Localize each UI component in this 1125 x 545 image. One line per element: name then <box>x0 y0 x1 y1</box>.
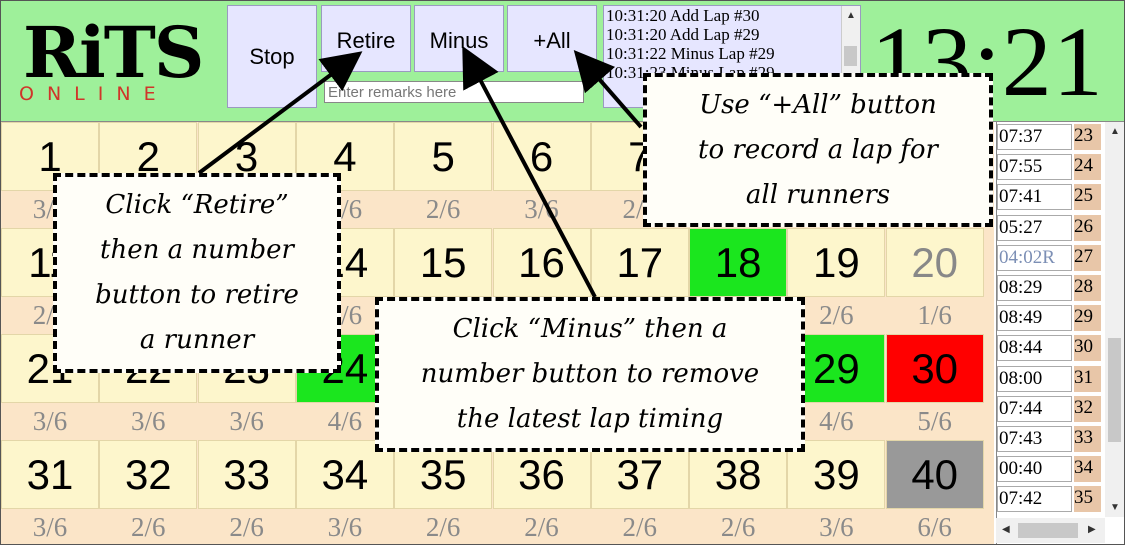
lap-time: 00:40 <box>997 456 1072 483</box>
stop-button[interactable]: Stop <box>227 5 317 108</box>
lap-time-row: 08:29 28 <box>997 275 1101 302</box>
scroll-thumb[interactable] <box>1018 523 1078 538</box>
runner-index: 30 <box>1074 335 1101 362</box>
lap-count: 3/6 <box>99 404 198 439</box>
runner-index: 35 <box>1074 486 1101 513</box>
plus-all-instruction-note: Use “+All” button to record a lap for al… <box>643 73 993 227</box>
runner-index: 29 <box>1074 305 1101 332</box>
note-text: Click “Retire” then a number button to r… <box>95 190 299 355</box>
retire-instruction-note: Click “Retire” then a number button to r… <box>53 173 341 373</box>
lap-time: 05:27 <box>997 214 1072 241</box>
plus-all-button[interactable]: +All <box>507 5 597 72</box>
runner-number-button[interactable]: 18 <box>689 228 788 297</box>
log-entry: 10:31:20 Add Lap #30 <box>606 6 760 25</box>
runner-index: 25 <box>1074 184 1101 211</box>
lap-time-row: 08:44 30 <box>997 335 1101 362</box>
runner-index: 26 <box>1074 214 1101 241</box>
retire-button[interactable]: Retire <box>321 5 411 72</box>
lap-time: 07:43 <box>997 426 1072 452</box>
lap-time-row: 07:43 33 <box>997 426 1101 453</box>
remarks-input[interactable] <box>324 81 584 103</box>
lap-time-row: 07:55 24 <box>997 154 1101 181</box>
lap-time-row: 08:49 29 <box>997 305 1101 332</box>
lap-time-row: 07:44 32 <box>997 395 1101 423</box>
lap-count: 6/6 <box>885 510 984 544</box>
scroll-thumb[interactable] <box>1108 338 1121 442</box>
logo-subtext: ONLINE <box>19 83 169 105</box>
runner-number-button[interactable]: 6 <box>492 122 591 191</box>
lap-count: 3/6 <box>1 510 99 544</box>
runner-index: 23 <box>1074 124 1101 150</box>
lap-count: 3/6 <box>1 404 99 439</box>
lap-count: 2/6 <box>689 510 788 544</box>
lap-time-row: 05:27 26 <box>997 214 1101 242</box>
runner-index: 34 <box>1074 456 1101 483</box>
runner-number-button[interactable]: 16 <box>492 228 591 297</box>
lap-time: 08:44 <box>997 335 1072 362</box>
lap-time-row: 07:41 25 <box>997 184 1101 211</box>
scroll-down-icon[interactable]: ▼ <box>1110 502 1120 513</box>
lap-time: 07:41 <box>997 184 1072 211</box>
runner-index: 32 <box>1074 395 1101 422</box>
lap-count: 2/6 <box>492 510 591 544</box>
rits-online-logo: RiTS ONLINE <box>9 13 209 109</box>
lap-time: 08:00 <box>997 365 1072 392</box>
lap-count: 3/6 <box>295 510 394 544</box>
lap-time: 07:44 <box>997 395 1072 422</box>
runner-index: 27 <box>1074 244 1101 271</box>
runner-index: 33 <box>1074 426 1101 452</box>
minus-button[interactable]: Minus <box>414 5 504 72</box>
scroll-right-icon[interactable]: ▶ <box>1088 524 1096 535</box>
lap-time-row: 00:40 34 <box>997 456 1101 483</box>
lap-count: 2/6 <box>394 192 493 227</box>
lap-time: 07:42 <box>997 486 1072 513</box>
lap-time: 08:49 <box>997 305 1072 332</box>
lap-count: 3/6 <box>787 510 886 544</box>
lap-time-row: 07:37 23 <box>997 124 1101 151</box>
app-window: RiTS ONLINE Stop Retire Minus +All 10:31… <box>0 0 1125 545</box>
runner-number-button[interactable]: 19 <box>787 228 886 297</box>
runner-number-button[interactable]: 17 <box>590 228 689 297</box>
lap-time: 04:02R <box>997 244 1072 271</box>
note-text: Use “+All” button to record a lap for al… <box>698 89 938 210</box>
scroll-up-icon[interactable]: ▲ <box>846 10 856 21</box>
runner-number-button[interactable]: 32 <box>99 440 198 509</box>
scroll-thumb[interactable] <box>844 46 857 66</box>
runner-number-button[interactable]: 20 <box>885 228 984 297</box>
panel-horizontal-scrollbar[interactable]: ◀ ▶ <box>996 518 1105 543</box>
runner-number-button[interactable]: 31 <box>1 440 99 509</box>
runner-index: 31 <box>1074 365 1101 392</box>
lap-time: 07:37 <box>997 124 1072 150</box>
scroll-up-icon[interactable]: ▲ <box>1110 126 1120 137</box>
runner-number-button[interactable]: 40 <box>885 440 984 509</box>
lap-count: 2/6 <box>590 510 689 544</box>
runner-number-button[interactable]: 15 <box>394 228 493 297</box>
runner-number-button[interactable]: 5 <box>394 122 493 191</box>
lap-count: 2/6 <box>197 510 296 544</box>
runner-number-button[interactable]: 33 <box>197 440 296 509</box>
lap-time: 07:55 <box>997 154 1072 181</box>
lap-count: 2/6 <box>394 510 493 544</box>
lap-count: 5/6 <box>885 404 984 439</box>
runner-number-button[interactable]: 30 <box>885 334 984 403</box>
log-entry: 10:31:20 Add Lap #29 <box>606 25 760 44</box>
lap-count: 3/6 <box>492 192 591 227</box>
note-text: Click “Minus” then a number button to re… <box>420 314 760 434</box>
runner-index: 28 <box>1074 275 1101 301</box>
lap-count: 3/6 <box>197 404 296 439</box>
lap-time-row: 08:00 31 <box>997 365 1101 393</box>
minus-instruction-note: Click “Minus” then a number button to re… <box>375 297 805 452</box>
log-entry: 10:31:22 Minus Lap #29 <box>606 44 775 63</box>
panel-vertical-scrollbar[interactable]: ▲ ▼ <box>1105 122 1124 517</box>
runner-index: 24 <box>1074 154 1101 181</box>
lap-count: 1/6 <box>885 298 984 333</box>
logo-text: RiTS <box>23 11 204 94</box>
lap-time-row: 07:42 35 <box>997 486 1101 513</box>
lap-time: 08:29 <box>997 275 1072 301</box>
lap-count: 2/6 <box>99 510 198 544</box>
lap-time-row: 04:02R 27 <box>997 244 1101 272</box>
scroll-left-icon[interactable]: ◀ <box>1002 524 1010 535</box>
